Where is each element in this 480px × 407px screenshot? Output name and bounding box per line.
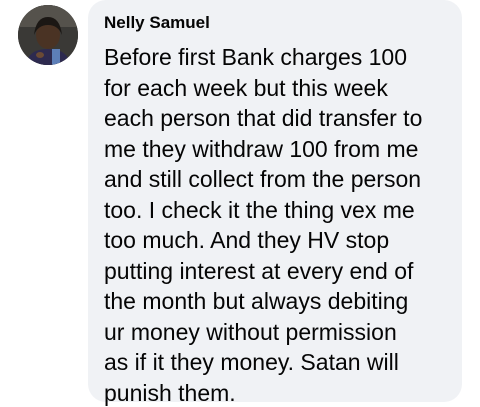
comment-author-name[interactable]: Nelly Samuel [104,10,446,36]
comment-text: Before first Bank charges 100 for each w… [104,44,423,406]
comment-bubble: Nelly Samuel Before first Bank charges 1… [88,0,462,406]
user-photo-icon [18,5,78,65]
avatar[interactable] [18,5,78,65]
comment-row: Nelly Samuel Before first Bank charges 1… [0,0,480,407]
